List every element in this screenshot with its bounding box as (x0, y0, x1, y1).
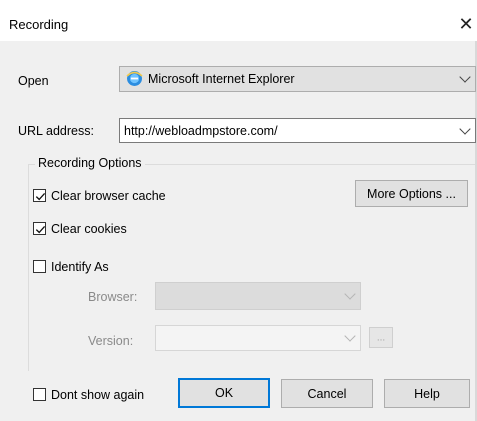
cancel-button[interactable]: Cancel (281, 379, 373, 408)
open-label: Open (18, 74, 49, 88)
ok-label: OK (214, 386, 234, 400)
dont-show-again-label[interactable]: Dont show again (51, 388, 144, 402)
clear-cache-checkbox[interactable] (33, 189, 46, 202)
clear-cookies-label[interactable]: Clear cookies (51, 222, 127, 236)
title-bar: Recording ✕ (0, 0, 477, 41)
dont-show-again-checkbox[interactable] (33, 388, 46, 401)
identify-as-checkbox[interactable] (33, 260, 46, 273)
more-options-button[interactable]: More Options ... (355, 180, 468, 207)
internet-explorer-icon (126, 71, 143, 86)
browser-select (155, 282, 361, 310)
help-button[interactable]: Help (384, 379, 470, 408)
clear-cookies-checkbox[interactable] (33, 222, 46, 235)
version-label: Version: (88, 334, 134, 348)
ok-button[interactable]: OK (178, 378, 270, 408)
chevron-down-icon (344, 288, 356, 300)
url-label: URL address: (18, 124, 94, 138)
version-select (155, 325, 361, 351)
dialog-title: Recording (9, 17, 69, 32)
more-options-label: More Options ... (367, 186, 456, 201)
version-browse-label: ... (376, 332, 386, 343)
recording-dialog: Recording ✕ Open Microsoft Internet Expl… (0, 0, 477, 421)
recording-options-legend: Recording Options (35, 156, 145, 170)
identify-as-label[interactable]: Identify As (51, 260, 109, 274)
url-address-value: http://webloadmpstore.com/ (124, 123, 278, 138)
chevron-down-icon (459, 71, 471, 83)
cancel-label: Cancel (307, 386, 347, 401)
checkmark-icon (35, 192, 46, 201)
chevron-down-icon (344, 330, 356, 342)
open-browser-value: Microsoft Internet Explorer (148, 72, 295, 86)
close-icon[interactable]: ✕ (456, 12, 476, 36)
open-browser-select[interactable]: Microsoft Internet Explorer (119, 66, 476, 92)
url-address-input[interactable]: http://webloadmpstore.com/ (119, 118, 476, 143)
version-browse-button: ... (369, 327, 393, 348)
help-label: Help (414, 386, 440, 401)
checkmark-icon (35, 225, 46, 234)
chevron-down-icon (459, 122, 471, 135)
clear-cache-label[interactable]: Clear browser cache (51, 189, 166, 203)
browser-label: Browser: (88, 290, 138, 304)
